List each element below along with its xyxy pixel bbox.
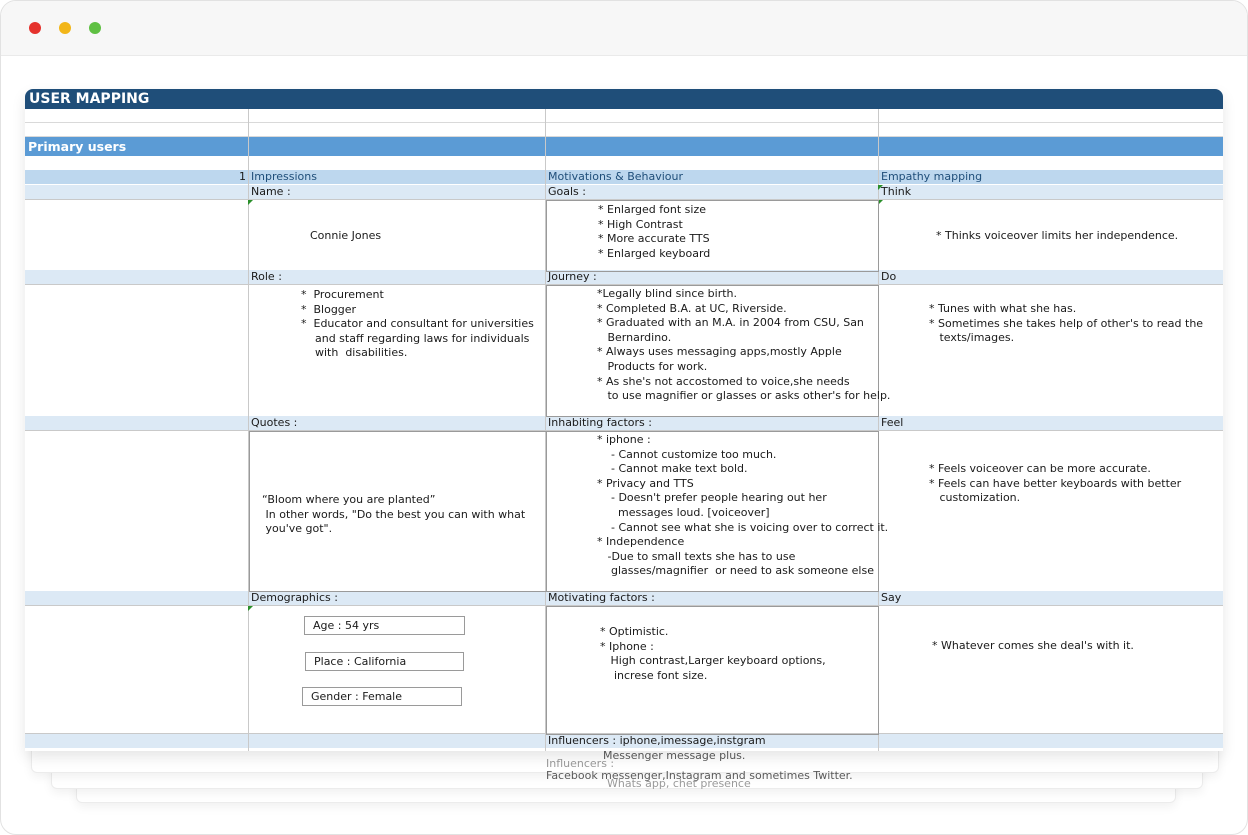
user-mapping-sheet: USER MAPPING Primary users 1 Impressions… [25, 89, 1223, 751]
sheet-title: USER MAPPING [25, 89, 1223, 109]
journey-list: *Legally blind since birth. * Completed B… [597, 287, 891, 403]
section-header: Primary users [25, 137, 1223, 156]
inhabiting-list: * iphone : - Cannot customize too much. … [597, 433, 889, 578]
label-think: Think [881, 185, 912, 198]
label-inhabiting-factors: Inhabiting factors : [548, 416, 652, 429]
app-window: Messenger message plus. Influencers : Fa… [0, 0, 1248, 835]
label-motivating-factors: Motivating factors : [548, 591, 655, 604]
window-titlebar [1, 1, 1247, 56]
influencers-text: Influencers : iphone,imessage,instgram [548, 734, 766, 747]
goals-box [546, 200, 879, 272]
do-list: * Tunes with what she has. * Sometimes sh… [929, 302, 1204, 345]
label-goals: Goals : [548, 185, 586, 198]
motivating-list: * Optimistic. * Iphone : High contrast,La… [600, 625, 826, 682]
role-list: * Procurement * Blogger * Educator and con… [301, 288, 534, 360]
column-header-impressions: Impressions [251, 170, 317, 183]
place-field: Place : California [305, 652, 464, 671]
age-field: Age : 54 yrs [304, 616, 465, 635]
close-button[interactable] [29, 22, 41, 34]
quotes-text: “Bloom where you are planted” In other w… [262, 493, 526, 536]
label-feel: Feel [881, 416, 904, 429]
label-do: Do [881, 270, 897, 283]
column-header-motivations: Motivations & Behaviour [548, 170, 684, 183]
goals-list: * Enlarged font size * High Contrast * Mor… [598, 203, 711, 260]
minimize-button[interactable] [59, 22, 71, 34]
say-value: * Whatever comes she deal's with it. [932, 639, 1134, 652]
maximize-button[interactable] [89, 22, 101, 34]
column-header-empathy: Empathy mapping [881, 170, 983, 183]
label-quotes: Quotes : [251, 416, 298, 429]
label-demographics: Demographics : [251, 591, 338, 604]
label-say: Say [881, 591, 902, 604]
row-number: 1 [239, 170, 246, 183]
label-journey: Journey : [548, 270, 597, 283]
label-name: Name : [251, 185, 291, 198]
label-role: Role : [251, 270, 282, 283]
ghost-text: Whats app, chet presence [607, 777, 751, 790]
feel-list: * Feels voiceover can be more accurate. *… [929, 462, 1182, 505]
gender-field: Gender : Female [302, 687, 462, 706]
think-value: * Thinks voiceover limits her independen… [936, 229, 1179, 242]
name-value: Connie Jones [310, 229, 382, 242]
